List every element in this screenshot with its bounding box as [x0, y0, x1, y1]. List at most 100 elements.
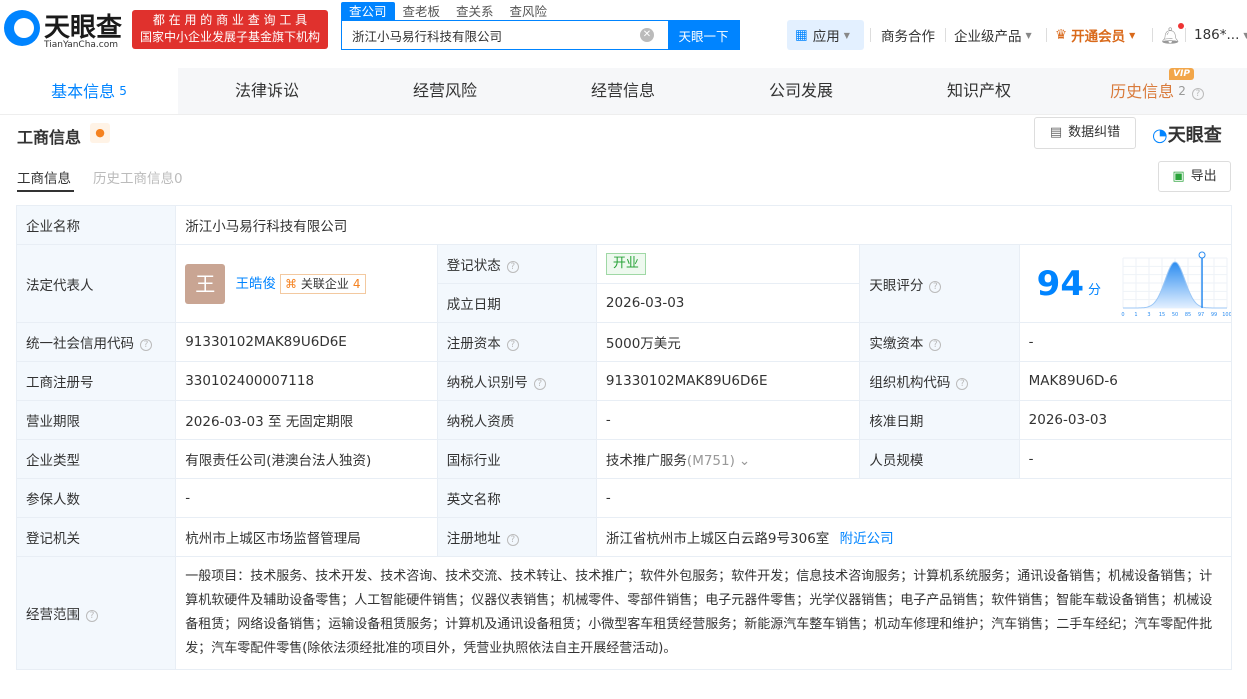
- enterprise-menu[interactable]: 企业级产品▼: [954, 20, 1032, 50]
- search-tab-risk[interactable]: 查风险: [502, 2, 556, 21]
- table-cell: 2026-03-03 至 无固定期限: [176, 401, 437, 440]
- table-cell: 5000万美元: [596, 323, 859, 362]
- x-tick-label: 97: [1198, 312, 1204, 318]
- logo-icon: [4, 10, 40, 46]
- business-link[interactable]: 商务合作: [881, 20, 935, 50]
- table-cell: 成立日期: [437, 284, 596, 323]
- score-cell[interactable]: 94 分 0131550859799100: [1019, 245, 1231, 323]
- user-menu[interactable]: 186*...▼: [1194, 20, 1247, 50]
- search-input[interactable]: [342, 21, 640, 49]
- help-icon[interactable]: ?: [956, 378, 968, 390]
- subtab-history-business-info[interactable]: 历史工商信息0: [93, 167, 183, 187]
- edit-doc-icon: ▤: [1050, 125, 1062, 140]
- caret-down-icon: ▼: [1129, 31, 1135, 40]
- tab-risk[interactable]: 经营风险: [356, 68, 534, 114]
- table-cell: 组织机构代码?: [860, 362, 1019, 401]
- clear-icon[interactable]: ✕: [640, 28, 654, 42]
- x-tick-label: 50: [1172, 312, 1178, 318]
- table-cell: 开业: [596, 245, 859, 284]
- x-tick-label: 15: [1159, 312, 1165, 318]
- table-cell: 经营范围?: [17, 557, 176, 670]
- table-cell: 注册地址?: [437, 518, 596, 557]
- table-row: 企业名称浙江小马易行科技有限公司: [17, 206, 1232, 245]
- table-cell: -: [1019, 323, 1231, 362]
- score-distribution-chart: 0131550859799100: [1121, 250, 1231, 318]
- help-icon[interactable]: ?: [507, 261, 519, 273]
- table-row: 经营范围?一般项目：技术服务、技术开发、技术咨询、技术交流、技术转让、技术推广；…: [17, 557, 1232, 670]
- subscribe-bell-icon[interactable]: ●: [90, 123, 110, 143]
- table-cell: 国标行业: [437, 440, 596, 479]
- table-cell: 330102400007118: [176, 362, 437, 401]
- help-icon[interactable]: ?: [507, 534, 519, 546]
- x-tick-label: 0: [1121, 312, 1124, 318]
- top-header: 天眼查TianYanCha.com 都 在 用 的 商 业 查 询 工 具国家中…: [0, 0, 1247, 68]
- table-cell: -: [596, 401, 859, 440]
- notification-dot: [1178, 23, 1184, 29]
- x-tick-label: 99: [1211, 312, 1217, 318]
- help-icon[interactable]: ?: [929, 339, 941, 351]
- export-button[interactable]: ▣导出: [1158, 161, 1231, 192]
- subtab-business-info[interactable]: 工商信息: [17, 167, 71, 187]
- help-icon[interactable]: ?: [1192, 88, 1204, 100]
- chevron-down-icon: ⌄: [739, 453, 750, 469]
- section-title: 工商信息: [17, 124, 81, 148]
- notification-bell-icon[interactable]: 🔔︎: [1160, 20, 1180, 50]
- tab-history[interactable]: VIP历史信息2?: [1068, 68, 1246, 114]
- table-cell: 91330102MAK89U6D6E: [176, 323, 437, 362]
- table-cell: 注册资本?: [437, 323, 596, 362]
- help-icon[interactable]: ?: [534, 378, 546, 390]
- x-tick-label: 3: [1147, 312, 1150, 318]
- score-value: 94: [1037, 264, 1084, 304]
- table-cell: -: [596, 479, 1231, 518]
- related-companies-button[interactable]: ⌘ 关联企业4: [280, 274, 365, 294]
- excel-icon: ▣: [1172, 169, 1184, 184]
- tab-development[interactable]: 公司发展: [712, 68, 890, 114]
- tab-basic-info[interactable]: 基本信息5: [0, 68, 178, 114]
- search-button[interactable]: 天眼一下: [668, 21, 739, 49]
- search-tab-relation[interactable]: 查关系: [448, 2, 502, 21]
- caret-down-icon: ▼: [844, 31, 850, 40]
- table-cell: 登记状态?: [437, 245, 596, 284]
- table-cell: 企业类型: [17, 440, 176, 479]
- help-icon[interactable]: ?: [140, 339, 152, 351]
- logo[interactable]: 天眼查TianYanCha.com: [4, 10, 122, 46]
- caret-down-icon: ▼: [1026, 31, 1032, 40]
- apps-menu[interactable]: ▦应用▼: [787, 20, 864, 50]
- table-cell: 法定代表人: [17, 245, 176, 323]
- tab-operation[interactable]: 经营信息: [534, 68, 712, 114]
- table-cell: 登记机关: [17, 518, 176, 557]
- table-cell: 一般项目：技术服务、技术开发、技术咨询、技术交流、技术转让、技术推广；软件外包服…: [176, 557, 1232, 670]
- search-box: ✕ 天眼一下: [341, 20, 740, 50]
- crown-icon: ♛: [1055, 27, 1067, 43]
- table-row: 企业类型有限责任公司(港澳台法人独资)国标行业技术推广服务(M751)⌄人员规模…: [17, 440, 1232, 479]
- avatar[interactable]: 王: [185, 264, 225, 304]
- legal-rep-cell: 王 王皓俊⌘ 关联企业4: [176, 245, 437, 323]
- nearby-companies-link[interactable]: 附近公司: [840, 531, 894, 547]
- help-icon[interactable]: ?: [86, 610, 98, 622]
- data-correction-button[interactable]: ▤数据纠错: [1034, 117, 1136, 149]
- tab-legal[interactable]: 法律诉讼: [178, 68, 356, 114]
- slogan-banner[interactable]: 都 在 用 的 商 业 查 询 工 具国家中小企业发展子基金旗下机构: [132, 10, 328, 49]
- table-cell: -: [1019, 440, 1231, 479]
- status-badge: 开业: [606, 253, 646, 275]
- help-icon[interactable]: ?: [929, 281, 941, 293]
- search-tab-company[interactable]: 查公司: [341, 2, 395, 21]
- table-cell: 纳税人资质: [437, 401, 596, 440]
- tab-ip[interactable]: 知识产权: [890, 68, 1068, 114]
- help-icon[interactable]: ?: [507, 339, 519, 351]
- vip-badge: VIP: [1169, 68, 1194, 80]
- table-cell: 91330102MAK89U6D6E: [596, 362, 859, 401]
- table-row: 法定代表人 王 王皓俊⌘ 关联企业4 登记状态? 开业 天眼评分? 94 分 0…: [17, 245, 1232, 284]
- table-cell: 有限责任公司(港澳台法人独资): [176, 440, 437, 479]
- table-cell: 2026-03-03: [1019, 401, 1231, 440]
- table-cell: 英文名称: [437, 479, 596, 518]
- table-cell: 参保人数: [17, 479, 176, 518]
- table-cell: 实缴资本?: [860, 323, 1019, 362]
- vip-menu[interactable]: ♛开通会员▼: [1055, 20, 1135, 50]
- industry-dropdown[interactable]: 技术推广服务(M751)⌄: [596, 440, 859, 479]
- table-cell: 人员规模: [860, 440, 1019, 479]
- search-tab-boss[interactable]: 查老板: [395, 2, 449, 21]
- legal-rep-link[interactable]: 王皓俊: [236, 276, 277, 292]
- subtab-underline: [17, 190, 74, 192]
- table-cell: 核准日期: [860, 401, 1019, 440]
